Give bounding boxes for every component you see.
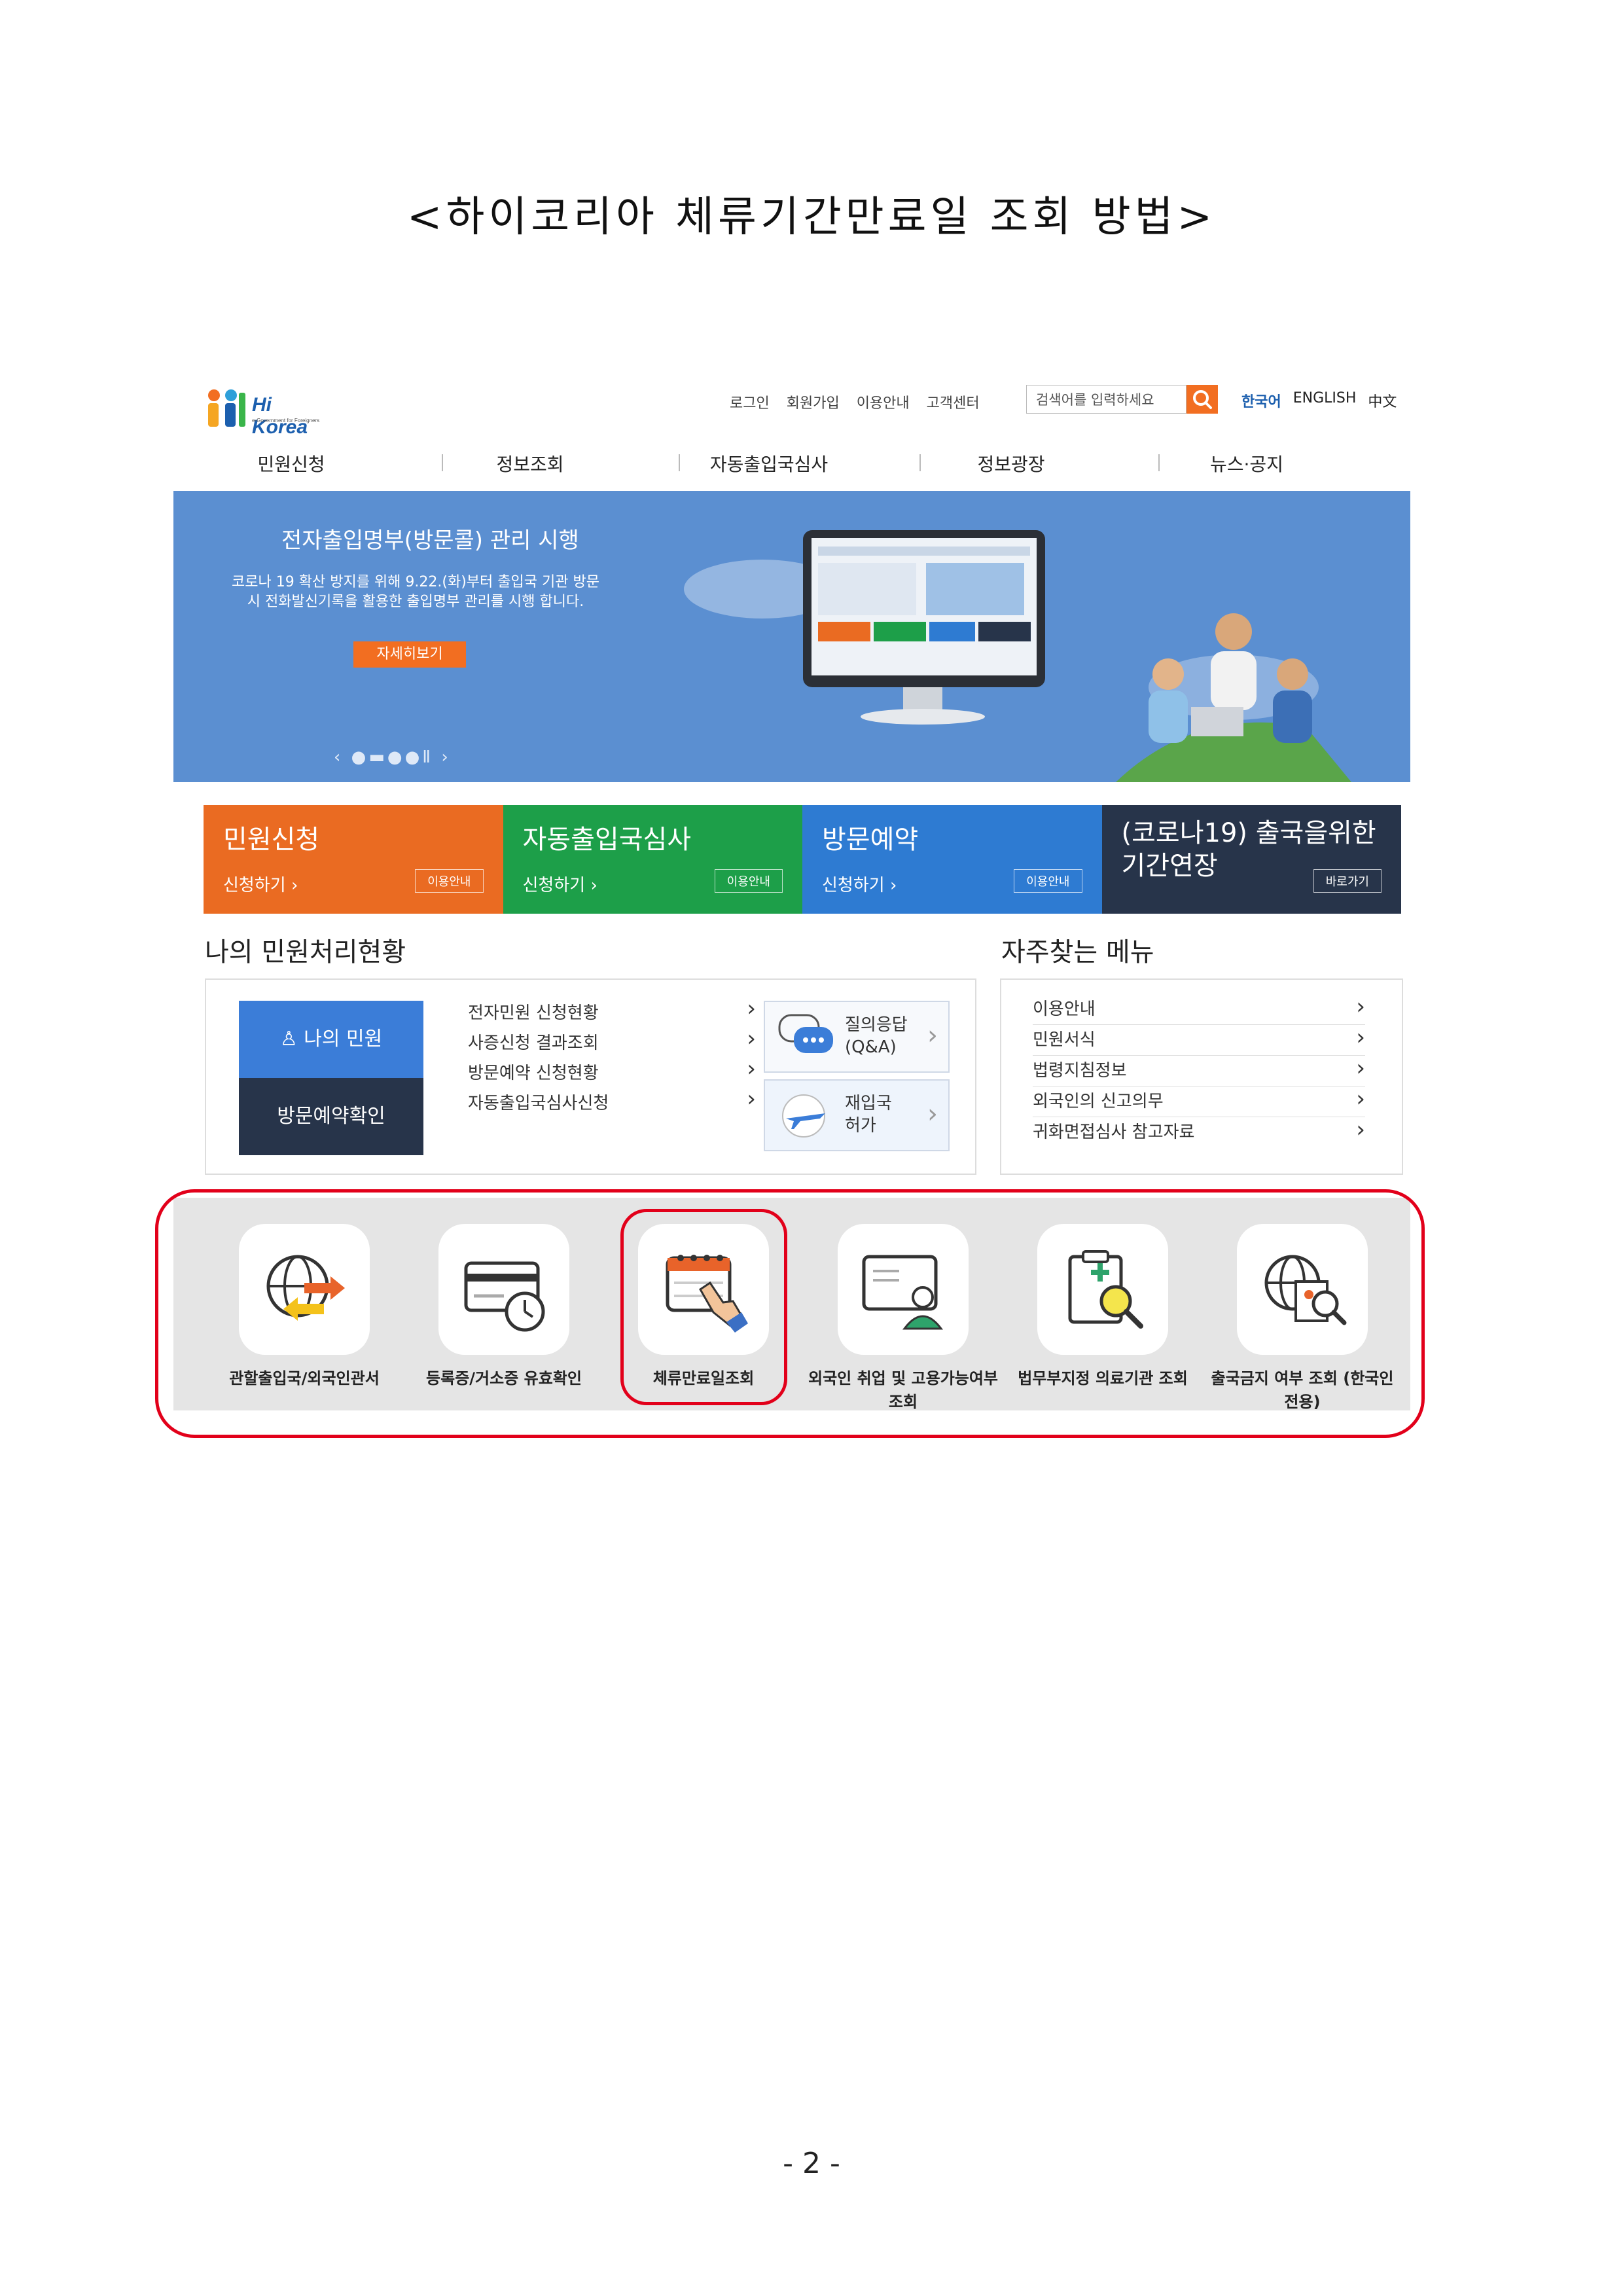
frequent-list: 이용안내 민원서식 법령지침정보 외국인의 신고의무 귀화면접심사 참고자료 bbox=[1033, 992, 1365, 1147]
reentry-button[interactable]: 재입국 허가 › bbox=[764, 1079, 950, 1151]
airplane-globe-icon bbox=[782, 1094, 825, 1138]
banner-description: 코로나 19 확산 방지를 위해 9.22.(화)부터 출입국 기관 방문 시 … bbox=[232, 574, 599, 610]
lang-english[interactable]: ENGLISH bbox=[1293, 390, 1357, 411]
guide-link[interactable]: 이용안내 bbox=[857, 391, 910, 412]
my-status-title: 나의 민원처리현황 bbox=[205, 937, 406, 967]
tile-apply-link[interactable]: 신청하기 › bbox=[223, 872, 298, 896]
banner-title: 전자출입명부(방문콜) 관리 시행 bbox=[281, 528, 579, 554]
chat-bubble-icon bbox=[778, 1014, 833, 1053]
document-title: <하이코리아 체류기간만료일 조회 방법> bbox=[406, 193, 1217, 242]
user-icon: ♙ bbox=[279, 1028, 304, 1050]
tile-guide-button[interactable]: 이용안내 bbox=[714, 869, 783, 893]
tile-civil-application[interactable]: 민원신청 신청하기 › 이용안내 bbox=[204, 805, 503, 914]
tile-title: 방문예약 bbox=[822, 825, 919, 855]
logo-mark-icon bbox=[208, 389, 245, 427]
search-input[interactable]: 검색어를 입력하세요 bbox=[1026, 385, 1186, 414]
chevron-right-icon: › bbox=[927, 1099, 938, 1129]
tile-covid-extension[interactable]: (코로나19) 출국을위한 기간연장 바로가기 bbox=[1101, 805, 1401, 914]
list-item[interactable]: 이용안내 bbox=[1033, 992, 1365, 1025]
qa-label: 질의응답 (Q&A) bbox=[845, 1015, 908, 1057]
reentry-label: 재입국 허가 bbox=[845, 1094, 892, 1136]
list-item[interactable]: 자동출입국심사신청 bbox=[468, 1086, 756, 1120]
main-banner[interactable]: 전자출입명부(방문콜) 관리 시행 코로나 19 확산 방지를 위해 9.22.… bbox=[173, 491, 1410, 782]
page-number: - 2 - bbox=[783, 2147, 840, 2180]
top-links: 로그인 회원가입 이용안내 고객센터 bbox=[730, 391, 980, 412]
banner-detail-button[interactable]: 자세히보기 bbox=[353, 641, 466, 668]
my-civil-button[interactable]: ♙ 나의 민원 bbox=[239, 1001, 423, 1078]
visit-check-button[interactable]: 방문예약확인 bbox=[239, 1078, 423, 1155]
frequent-menu-title: 자주찾는 메뉴 bbox=[1001, 937, 1154, 967]
customer-center-link[interactable]: 고객센터 bbox=[927, 391, 980, 412]
tile-go-button[interactable]: 바로가기 bbox=[1313, 869, 1382, 893]
service-tiles: 민원신청 신청하기 › 이용안내 자동출입국심사 신청하기 › 이용안내 방문예… bbox=[204, 805, 1401, 914]
hikorea-logo[interactable]: Hi Korea e-Government for Foreigners bbox=[201, 386, 332, 438]
login-link[interactable]: 로그인 bbox=[730, 391, 770, 412]
signup-link[interactable]: 회원가입 bbox=[787, 391, 840, 412]
list-item[interactable]: 사증신청 결과조회 bbox=[468, 1026, 756, 1060]
qa-button[interactable]: 질의응답 (Q&A) › bbox=[764, 1001, 950, 1073]
search-icon bbox=[1193, 390, 1212, 409]
search-button[interactable] bbox=[1186, 385, 1218, 414]
quick-menu-highlight bbox=[155, 1189, 1425, 1438]
list-item[interactable]: 외국인의 신고의무 bbox=[1033, 1084, 1365, 1117]
nav-info-inquiry[interactable]: 정보조회 bbox=[412, 450, 648, 476]
main-nav: 민원신청 정보조회 자동출입국심사 정보광장 뉴스·공지 bbox=[173, 450, 1410, 476]
tile-guide-button[interactable]: 이용안내 bbox=[415, 869, 484, 893]
tile-apply-link[interactable]: 신청하기 › bbox=[523, 872, 597, 896]
tile-auto-immigration[interactable]: 자동출입국심사 신청하기 › 이용안내 bbox=[503, 805, 802, 914]
nav-civil-application[interactable]: 민원신청 bbox=[173, 450, 409, 476]
language-selector: 한국어 ENGLISH 中文 bbox=[1241, 390, 1397, 411]
nav-info-plaza[interactable]: 정보광장 bbox=[893, 450, 1129, 476]
carousel-controls[interactable]: ‹ ●▬●●Ⅱ › bbox=[334, 747, 451, 767]
list-item[interactable]: 전자민원 신청현황 bbox=[468, 996, 756, 1030]
nav-auto-immigration[interactable]: 자동출입국심사 bbox=[651, 450, 887, 476]
nav-news-notice[interactable]: 뉴스·공지 bbox=[1129, 450, 1364, 476]
list-item[interactable]: 법령지침정보 bbox=[1033, 1053, 1365, 1086]
frequent-menu-box: 이용안내 민원서식 법령지침정보 외국인의 신고의무 귀화면접심사 참고자료 bbox=[1000, 978, 1403, 1175]
tile-guide-button[interactable]: 이용안내 bbox=[1014, 869, 1082, 893]
chevron-right-icon: › bbox=[927, 1020, 938, 1050]
lang-korean[interactable]: 한국어 bbox=[1241, 390, 1281, 411]
list-item[interactable]: 방문예약 신청현황 bbox=[468, 1056, 756, 1090]
list-item[interactable]: 귀화면접심사 참고자료 bbox=[1033, 1115, 1365, 1147]
status-list: 전자민원 신청현황 사증신청 결과조회 방문예약 신청현황 자동출입국심사신청 bbox=[468, 996, 756, 1120]
tile-title: 자동출입국심사 bbox=[522, 825, 692, 855]
logo-text: Hi Korea bbox=[252, 394, 308, 438]
lang-chinese[interactable]: 中文 bbox=[1368, 390, 1397, 411]
tile-apply-link[interactable]: 신청하기 › bbox=[822, 872, 897, 896]
my-civil-label: 나의 민원 bbox=[304, 1028, 383, 1050]
tile-visit-reservation[interactable]: 방문예약 신청하기 › 이용안내 bbox=[802, 805, 1102, 914]
tile-title: 민원신청 bbox=[223, 825, 320, 855]
logo-subtitle: e-Government for Foreigners bbox=[252, 418, 320, 423]
stay-expiry-highlight bbox=[620, 1209, 787, 1405]
list-item[interactable]: 민원서식 bbox=[1033, 1022, 1365, 1056]
my-status-box: ♙ 나의 민원 방문예약확인 전자민원 신청현황 사증신청 결과조회 방문예약 … bbox=[205, 978, 976, 1175]
